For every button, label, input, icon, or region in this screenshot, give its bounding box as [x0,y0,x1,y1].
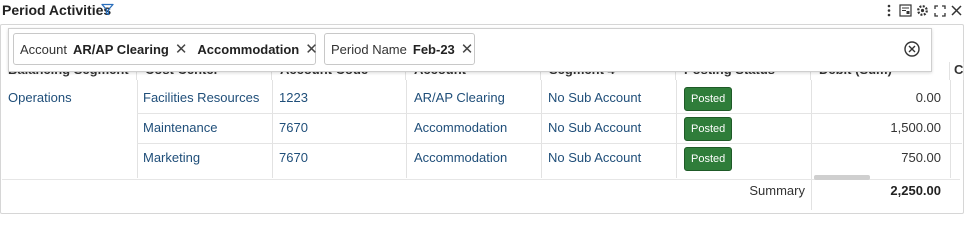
remove-filter-value-icon[interactable]: ✕ [305,40,318,58]
clear-all-filters-icon[interactable] [903,40,921,58]
status-badge-cell: Posted [684,83,733,113]
grid-line [272,80,273,178]
table-cell-account-code[interactable]: 7670 [279,113,308,143]
filter-chip-label: Account [20,41,67,57]
summary-debit-total: 2,250.00 [890,183,941,198]
fullscreen-icon[interactable] [932,3,947,18]
table-cell-debit: 750.00 [901,150,941,165]
table-cell-account-code[interactable]: 7670 [279,143,308,173]
grid-line [950,80,951,178]
table-cell-segment-4[interactable]: No Sub Account [548,143,641,173]
gear-icon[interactable] [915,3,930,18]
grid-line [676,80,677,178]
horizontal-scrollbar-thumb[interactable] [814,175,870,180]
status-badge[interactable]: Posted [684,116,733,141]
filter-bar: Account AR/AP Clearing ✕ Accommodation ✕… [8,28,932,72]
table-cell-balancing-segment[interactable]: Operations [8,83,72,113]
table-cell-account[interactable]: AR/AP Clearing [414,83,505,113]
grid-line [541,80,542,178]
filter-chip-value: Feb-23 [412,41,455,57]
column-header-credit[interactable]: Cr [950,62,964,80]
more-vertical-icon[interactable] [881,3,896,18]
table-cell-segment-4[interactable]: No Sub Account [548,83,641,113]
page-title: Period Activities [2,2,112,18]
filter-chip-value: AR/AP Clearing [72,41,169,57]
table-cell-cost-center[interactable]: Maintenance [143,113,217,143]
remove-filter-value-icon[interactable]: ✕ [461,40,474,58]
table-cell-debit: 1,500.00 [890,120,941,135]
table-cell-cost-center[interactable]: Facilities Resources [143,83,259,113]
grid-line [137,80,138,178]
close-icon[interactable] [949,3,964,18]
filter-icon[interactable] [101,3,114,16]
filter-chip-period-name[interactable]: Period Name Feb-23 ✕ [324,33,475,65]
header-toolbar [881,3,964,18]
table-cell-debit: 0.00 [915,90,941,105]
filter-chip-value: Accommodation [197,41,300,57]
summary-label: Summary [749,183,805,198]
remove-filter-value-icon[interactable]: ✕ [175,40,188,58]
table-cell-cost-center[interactable]: Marketing [143,143,200,173]
table-cell-account-code[interactable]: 1223 [279,83,308,113]
report-icon[interactable] [898,3,913,18]
status-badge[interactable]: Posted [684,146,733,171]
status-badge-cell: Posted [684,113,733,143]
status-badge-cell: Posted [684,143,733,173]
status-badge[interactable]: Posted [684,86,733,111]
filter-chip-label: Period Name [331,41,407,57]
table-cell-account[interactable]: Accommodation [414,143,507,173]
grid-line [406,80,407,178]
filter-chip-account[interactable]: Account AR/AP Clearing ✕ Accommodation ✕ [13,33,318,65]
panel-header: Period Activities [0,0,968,22]
table-cell-segment-4[interactable]: No Sub Account [548,113,641,143]
table-cell-account[interactable]: Accommodation [414,113,507,143]
